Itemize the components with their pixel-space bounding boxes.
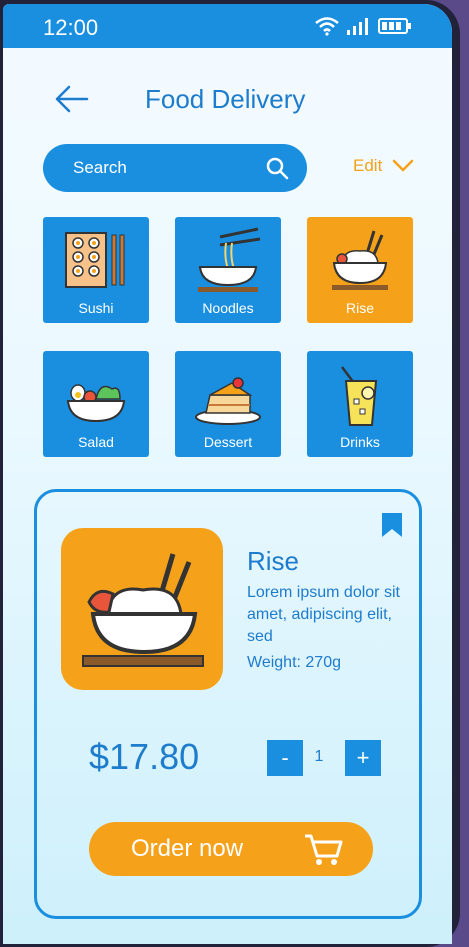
back-arrow-icon[interactable]: [53, 84, 89, 114]
category-sushi[interactable]: Sushi: [43, 217, 149, 323]
edit-dropdown[interactable]: Edit: [353, 156, 414, 176]
product-description: Lorem ipsum dolor sit amet, adipiscing e…: [247, 584, 400, 645]
wifi-icon: [315, 17, 339, 36]
category-dessert[interactable]: Dessert: [175, 351, 281, 457]
product-weight: Weight: 270g: [247, 654, 341, 671]
increment-button[interactable]: +: [345, 740, 381, 776]
rice-bowl-icon: [82, 553, 204, 667]
salad-icon: [66, 384, 126, 423]
decrement-button[interactable]: -: [267, 740, 303, 776]
rice-bowl-icon: [332, 230, 388, 290]
search-icon[interactable]: [265, 156, 289, 180]
status-bar: 12:00: [3, 4, 452, 48]
search-bar[interactable]: Search: [43, 144, 307, 192]
category-label: Noodles: [202, 300, 254, 316]
status-time: 12:00: [43, 15, 99, 40]
category-label: Sushi: [78, 300, 114, 316]
noodles-icon: [198, 227, 261, 292]
category-label: Drinks: [340, 434, 380, 450]
page-title: Food Delivery: [145, 84, 306, 114]
category-salad[interactable]: Salad: [43, 351, 149, 457]
cart-icon: [305, 834, 343, 865]
category-rise[interactable]: Rise: [307, 217, 413, 323]
sushi-icon: [65, 232, 125, 288]
bookmark-icon[interactable]: [381, 512, 403, 538]
order-now-label: Order now: [131, 835, 244, 862]
chevron-down-icon: [393, 159, 414, 172]
app-header: Food Delivery: [3, 74, 452, 126]
app-screen: 12:00 Food Delivery Search Edit Sushi No…: [3, 4, 452, 944]
category-drinks[interactable]: Drinks: [307, 351, 413, 457]
category-label: Salad: [78, 434, 114, 450]
phone-frame: 12:00 Food Delivery Search Edit Sushi No…: [0, 0, 460, 947]
cake-icon: [195, 377, 261, 425]
product-card: Rise Lorem ipsum dolor sit amet, adipisc…: [34, 489, 422, 919]
signal-icon: [347, 18, 368, 35]
product-price: $17.80: [89, 736, 200, 777]
category-label: Dessert: [203, 434, 253, 450]
category-label: Rise: [345, 300, 374, 316]
battery-icon: [378, 18, 411, 34]
order-now-button[interactable]: Order now: [89, 822, 373, 876]
search-label: Search: [73, 158, 127, 177]
drink-glass-icon: [341, 366, 378, 426]
category-noodles[interactable]: Noodles: [175, 217, 281, 323]
edit-label: Edit: [353, 156, 383, 175]
status-icons: [314, 16, 412, 36]
quantity-value: 1: [314, 748, 324, 765]
product-image: [61, 528, 223, 690]
product-name: Rise: [247, 546, 300, 576]
